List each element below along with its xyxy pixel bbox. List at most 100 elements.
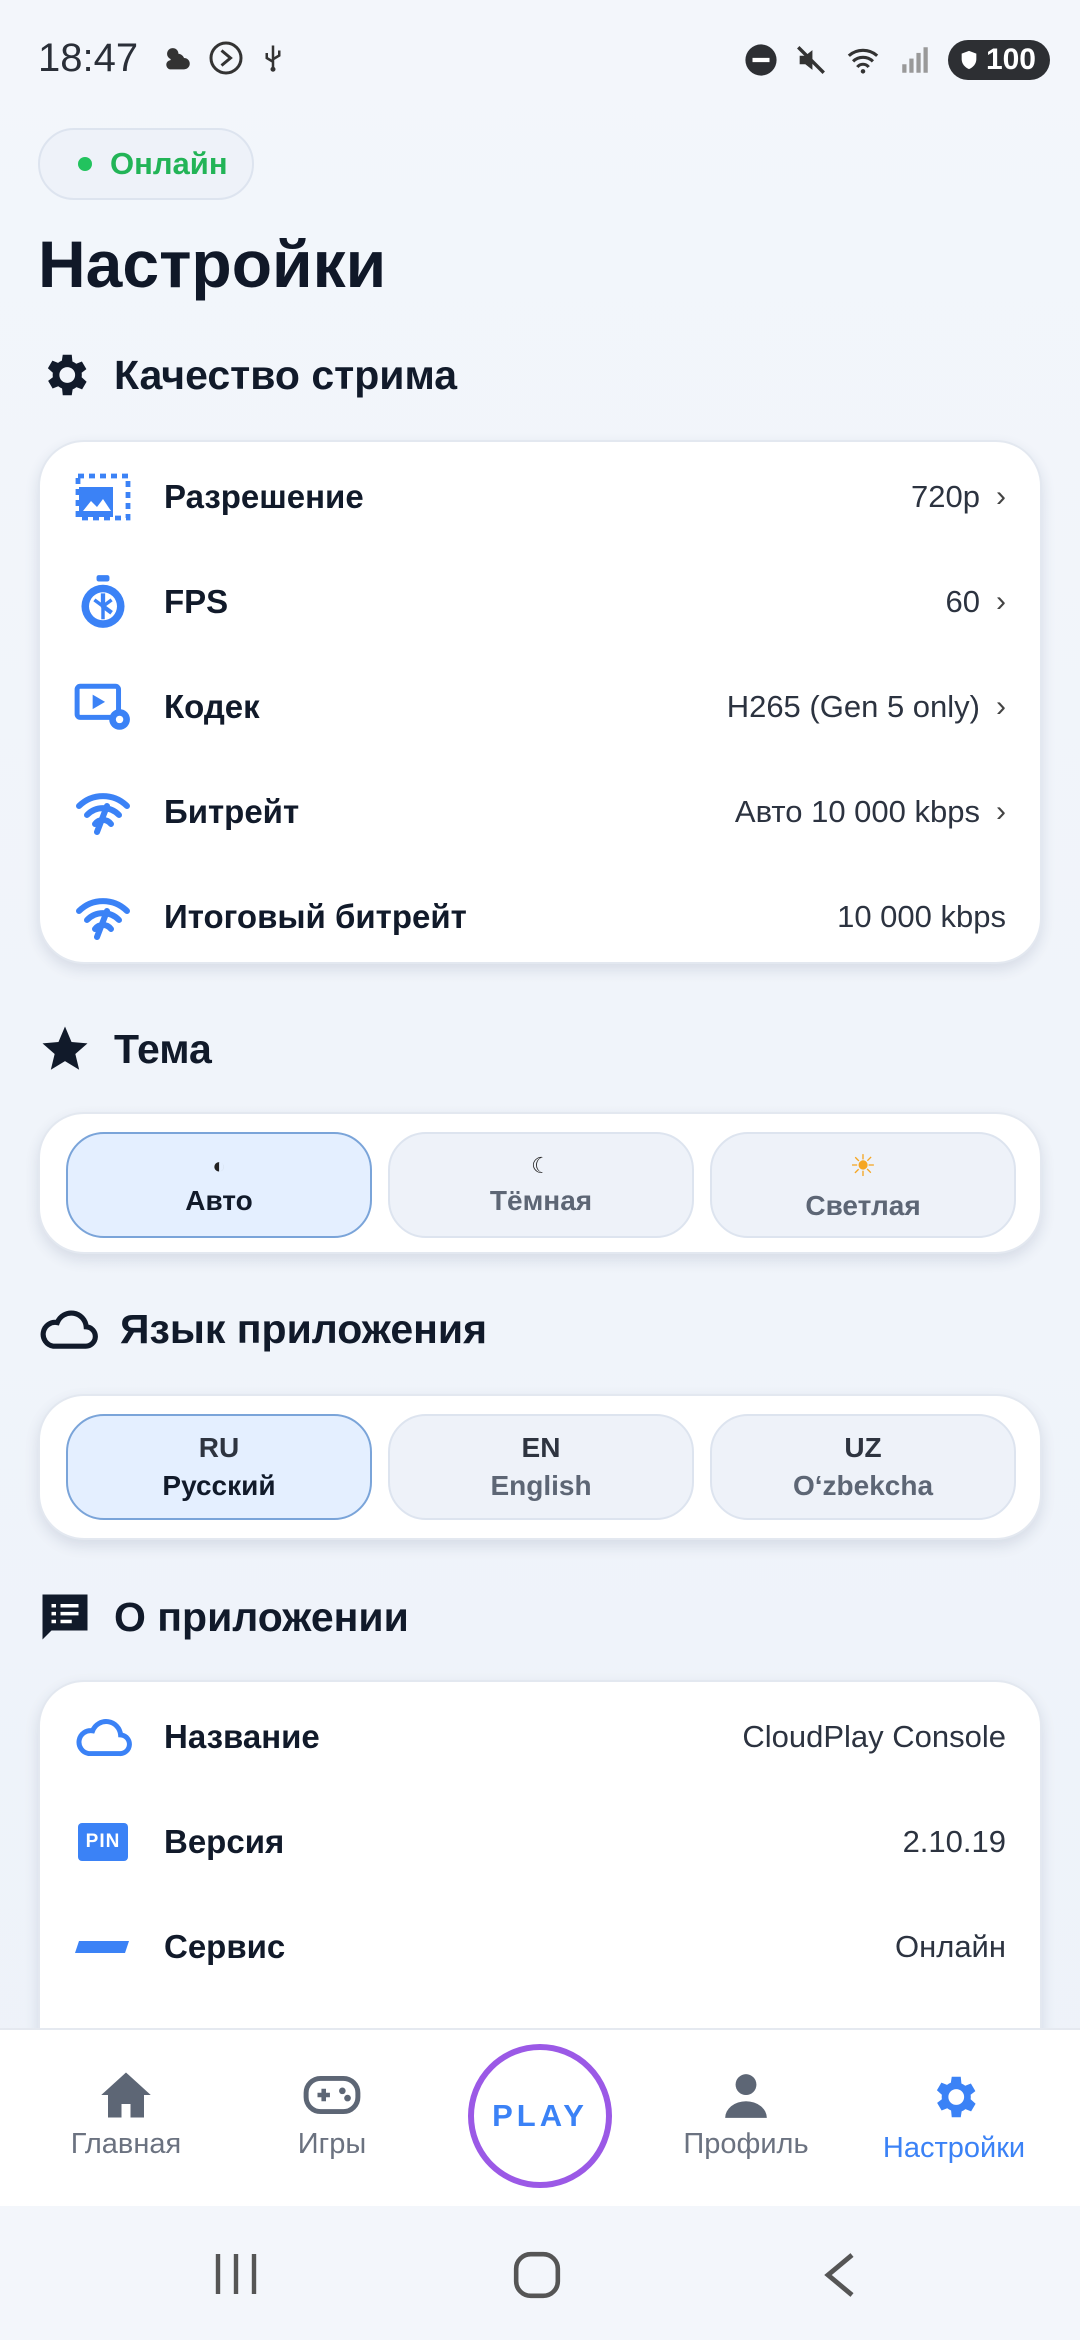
section-title: Качество стрима xyxy=(114,351,458,398)
system-navigation-bar xyxy=(0,2206,1080,2340)
about-value: CloudPlay Console xyxy=(742,1718,1006,1754)
theme-option-label: Тёмная xyxy=(489,1185,593,1216)
wifi-icon xyxy=(74,888,132,946)
online-dot-icon xyxy=(78,157,92,171)
theme-option-dark[interactable]: ☾ Тёмная xyxy=(388,1132,694,1238)
play-button[interactable]: PLAY xyxy=(468,2044,612,2188)
about-row-name: Название CloudPlay Console xyxy=(40,1684,1040,1789)
setting-value: H265 (Gen 5 only) xyxy=(726,688,980,724)
page-title: Настройки xyxy=(38,227,387,301)
language-card: RU Русский EN English UZ O‘zbekcha xyxy=(38,1394,1042,1540)
back-icon[interactable] xyxy=(820,2250,860,2300)
star-icon xyxy=(42,1026,88,1070)
nav-profile[interactable]: Профиль xyxy=(646,2070,846,2161)
language-code: RU xyxy=(198,1432,240,1463)
section-stream-quality-header: Качество стрима xyxy=(38,348,457,402)
signal-icon xyxy=(902,47,928,73)
shield-icon xyxy=(961,50,977,70)
gear-icon xyxy=(936,2076,976,2118)
setting-label: Разрешение xyxy=(164,477,364,515)
section-about-header: О приложении xyxy=(38,1590,409,1644)
usb-icon xyxy=(265,45,281,72)
setting-value: 10 000 kbps xyxy=(837,898,1006,934)
dnd-icon xyxy=(745,44,777,76)
home-icon xyxy=(101,2072,151,2118)
nav-settings[interactable]: Настройки xyxy=(854,2070,1054,2165)
weather-icon xyxy=(166,48,190,70)
moon-icon: ☾ xyxy=(531,1153,551,1178)
about-label: Название xyxy=(164,1717,320,1755)
stopwatch-icon xyxy=(74,573,132,631)
nav-games[interactable]: Игры xyxy=(232,2070,432,2161)
section-language-header: Язык приложения xyxy=(38,1304,487,1354)
cast-icon xyxy=(209,41,243,75)
mute-icon xyxy=(796,46,825,74)
chevron-right-icon: › xyxy=(996,479,1006,513)
clock: 18:47 xyxy=(38,36,139,80)
play-button-label: PLAY xyxy=(492,2098,588,2133)
theme-option-auto[interactable]: ◐ Авто xyxy=(66,1132,372,1238)
person-icon xyxy=(725,2074,767,2118)
about-label: Сервис xyxy=(164,1927,286,1965)
theme-card: ◐ Авто ☾ Тёмная ☀ Светлая xyxy=(38,1112,1042,1254)
dash-icon xyxy=(74,1918,132,1976)
language-code: UZ xyxy=(844,1432,882,1463)
setting-row-final-bitrate: Итоговый битрейт 10 000 kbps xyxy=(40,864,1040,969)
about-label: Версия xyxy=(164,1822,285,1860)
nav-label: Настройки xyxy=(882,2132,1026,2164)
language-label: English xyxy=(490,1470,592,1501)
bottom-navigation: Главная Игры PLAY Профиль Настройки xyxy=(0,2028,1080,2206)
language-option-uz[interactable]: UZ O‘zbekcha xyxy=(710,1414,1016,1520)
cloud-icon xyxy=(40,1310,98,1349)
section-theme-header: Тема xyxy=(38,1022,212,1076)
home-circle-icon[interactable] xyxy=(512,2250,562,2300)
setting-label: Кодек xyxy=(164,687,260,725)
nav-home[interactable]: Главная xyxy=(26,2070,226,2161)
image-resize-icon xyxy=(74,468,132,526)
wifi-status-icon xyxy=(847,48,879,74)
setting-value: 720p xyxy=(911,478,980,514)
nav-label: Игры xyxy=(297,2128,367,2160)
language-option-ru[interactable]: RU Русский xyxy=(66,1414,372,1520)
battery-badge: 100 xyxy=(947,40,1050,80)
recents-icon[interactable] xyxy=(212,2252,260,2296)
pin-icon: PIN xyxy=(74,1813,132,1871)
message-list-icon xyxy=(42,1594,88,1640)
stream-quality-card: Разрешение 720p › FPS 60 › Кодек H265 (Gen… xyxy=(38,440,1042,964)
battery-level: 100 xyxy=(985,43,1036,76)
setting-row-resolution[interactable]: Разрешение 720p › xyxy=(40,444,1040,549)
setting-row-fps[interactable]: FPS 60 › xyxy=(40,549,1040,654)
video-settings-icon xyxy=(74,678,132,736)
nav-label: Профиль xyxy=(683,2128,809,2160)
about-value: Онлайн xyxy=(895,1928,1006,1964)
setting-row-codec[interactable]: Кодек H265 (Gen 5 only) › xyxy=(40,654,1040,759)
language-label: O‘zbekcha xyxy=(792,1470,934,1501)
language-option-en[interactable]: EN English xyxy=(388,1414,694,1520)
setting-label: FPS xyxy=(164,582,229,620)
section-title: Тема xyxy=(114,1025,212,1072)
connection-status-label: Онлайн xyxy=(110,146,228,181)
nav-label: Главная xyxy=(70,2128,182,2160)
gamepad-icon xyxy=(303,2075,361,2115)
about-row-service: Сервис Онлайн xyxy=(40,1894,1040,1999)
section-title: О приложении xyxy=(114,1593,409,1640)
section-title: Язык приложения xyxy=(120,1305,488,1352)
about-value: 2.10.19 xyxy=(902,1823,1006,1859)
chevron-right-icon: › xyxy=(996,794,1006,828)
theme-option-light[interactable]: ☀ Светлая xyxy=(710,1132,1016,1238)
chevron-right-icon: › xyxy=(996,584,1006,618)
setting-row-bitrate[interactable]: Битрейт Авто 10 000 kbps › xyxy=(40,759,1040,864)
chevron-right-icon: › xyxy=(996,689,1006,723)
setting-label: Битрейт xyxy=(164,792,300,830)
sun-icon: ☀ xyxy=(849,1149,877,1183)
status-bar: 18:47 100 xyxy=(0,0,1080,120)
cloud-icon xyxy=(74,1708,132,1766)
gear-icon xyxy=(47,354,87,396)
setting-value: 60 xyxy=(945,583,980,619)
about-row-version: PIN Версия 2.10.19 xyxy=(40,1789,1040,1894)
pin-badge-text: PIN xyxy=(78,1822,128,1861)
half-circle-icon: ◐ xyxy=(212,1153,226,1178)
theme-option-label: Светлая xyxy=(805,1189,921,1221)
setting-value: Авто 10 000 kbps xyxy=(734,793,980,829)
wifi-icon xyxy=(74,783,132,841)
